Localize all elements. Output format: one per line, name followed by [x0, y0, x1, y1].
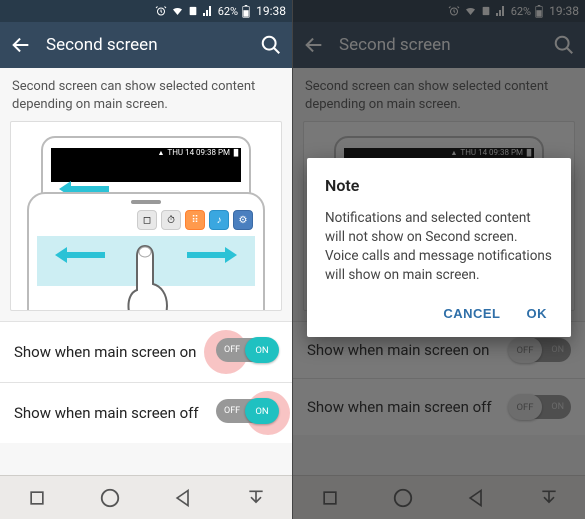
app-icon: ⏱ [161, 210, 181, 230]
nav-back-button[interactable] [161, 482, 205, 514]
toggle-screen-on[interactable]: OFF ON [216, 338, 278, 366]
search-button[interactable] [260, 34, 282, 56]
alarm-icon [448, 5, 460, 17]
cancel-button[interactable]: CANCEL [443, 306, 500, 321]
swipe-left-icon [65, 252, 105, 258]
app-icon: ◻ [137, 210, 157, 230]
battery-icon [535, 5, 543, 18]
content-area: Second screen can show selected content … [0, 68, 292, 475]
illustration-status: ▲THU 14 09:38 PM [450, 148, 532, 157]
battery-icon [242, 5, 250, 18]
app-header: Second screen [293, 22, 585, 68]
wifi-icon [171, 5, 184, 17]
toggle-screen-off[interactable]: OFF ON [216, 399, 278, 427]
app-icons-row: ◻ ⏱ ⠿ ♪ ⚙ [137, 210, 253, 230]
dialog-body: Notifications and selected content will … [325, 209, 553, 286]
nav-home-button[interactable] [88, 482, 132, 514]
signal-icon [202, 5, 214, 17]
setting-label: Show when main screen off [307, 398, 509, 416]
signal-icon [495, 5, 507, 17]
status-time: 19:38 [549, 4, 579, 18]
app-icon: ⠿ [185, 210, 205, 230]
illustration-status: ▲THU 14 09:38 PM [157, 148, 239, 157]
status-time: 19:38 [256, 4, 286, 18]
ok-button[interactable]: OK [527, 306, 548, 321]
wifi-icon [464, 5, 477, 17]
dialog-title: Note [325, 176, 553, 195]
battery-percent: 62% [511, 5, 531, 18]
app-icon: ⚙ [233, 210, 253, 230]
alarm-icon [155, 5, 167, 17]
page-title: Second screen [339, 35, 539, 55]
app-header: Second screen [0, 22, 292, 68]
battery-percent: 62% [218, 5, 238, 18]
lte-icon [188, 5, 198, 17]
dialog-actions: CANCEL OK [325, 300, 553, 329]
setting-label: Show when main screen on [14, 343, 216, 361]
nav-recent-button[interactable] [15, 482, 59, 514]
setting-row-screen-off: Show when main screen off ON OFF [293, 378, 585, 435]
note-dialog: Note Notifications and selected content … [307, 158, 571, 337]
setting-label: Show when main screen on [307, 341, 509, 359]
illustration: ▲THU 14 09:38 PM ◻ ⏱ ⠿ ♪ ⚙ [10, 121, 282, 311]
navigation-bar [293, 475, 585, 519]
nav-notification-button[interactable] [527, 482, 571, 514]
setting-label: Show when main screen off [14, 404, 216, 422]
phone-left: 62% 19:38 Second screen Second screen ca… [0, 0, 292, 519]
status-bar: 62% 19:38 [293, 0, 585, 22]
setting-row-screen-on: Show when main screen on OFF ON [0, 321, 292, 382]
nav-notification-button[interactable] [234, 482, 278, 514]
page-title: Second screen [46, 35, 246, 55]
status-bar: 62% 19:38 [0, 0, 292, 22]
setting-row-screen-off: Show when main screen off OFF ON [0, 382, 292, 443]
search-button[interactable] [553, 34, 575, 56]
finger-illustration [125, 242, 169, 311]
phone-right: 62% 19:38 Second screen Second screen ca… [292, 0, 585, 519]
toggle-screen-on[interactable]: ON OFF [509, 338, 571, 362]
nav-back-button[interactable] [454, 482, 498, 514]
app-icon: ♪ [209, 210, 229, 230]
back-button[interactable] [10, 34, 32, 56]
nav-recent-button[interactable] [308, 482, 352, 514]
navigation-bar [0, 475, 292, 519]
back-button[interactable] [303, 34, 325, 56]
lte-icon [481, 5, 491, 17]
description-text: Second screen can show selected content … [0, 68, 292, 121]
description-text: Second screen can show selected content … [293, 68, 585, 121]
nav-home-button[interactable] [381, 482, 425, 514]
toggle-screen-off[interactable]: ON OFF [509, 395, 571, 419]
swipe-right-icon [187, 252, 227, 258]
